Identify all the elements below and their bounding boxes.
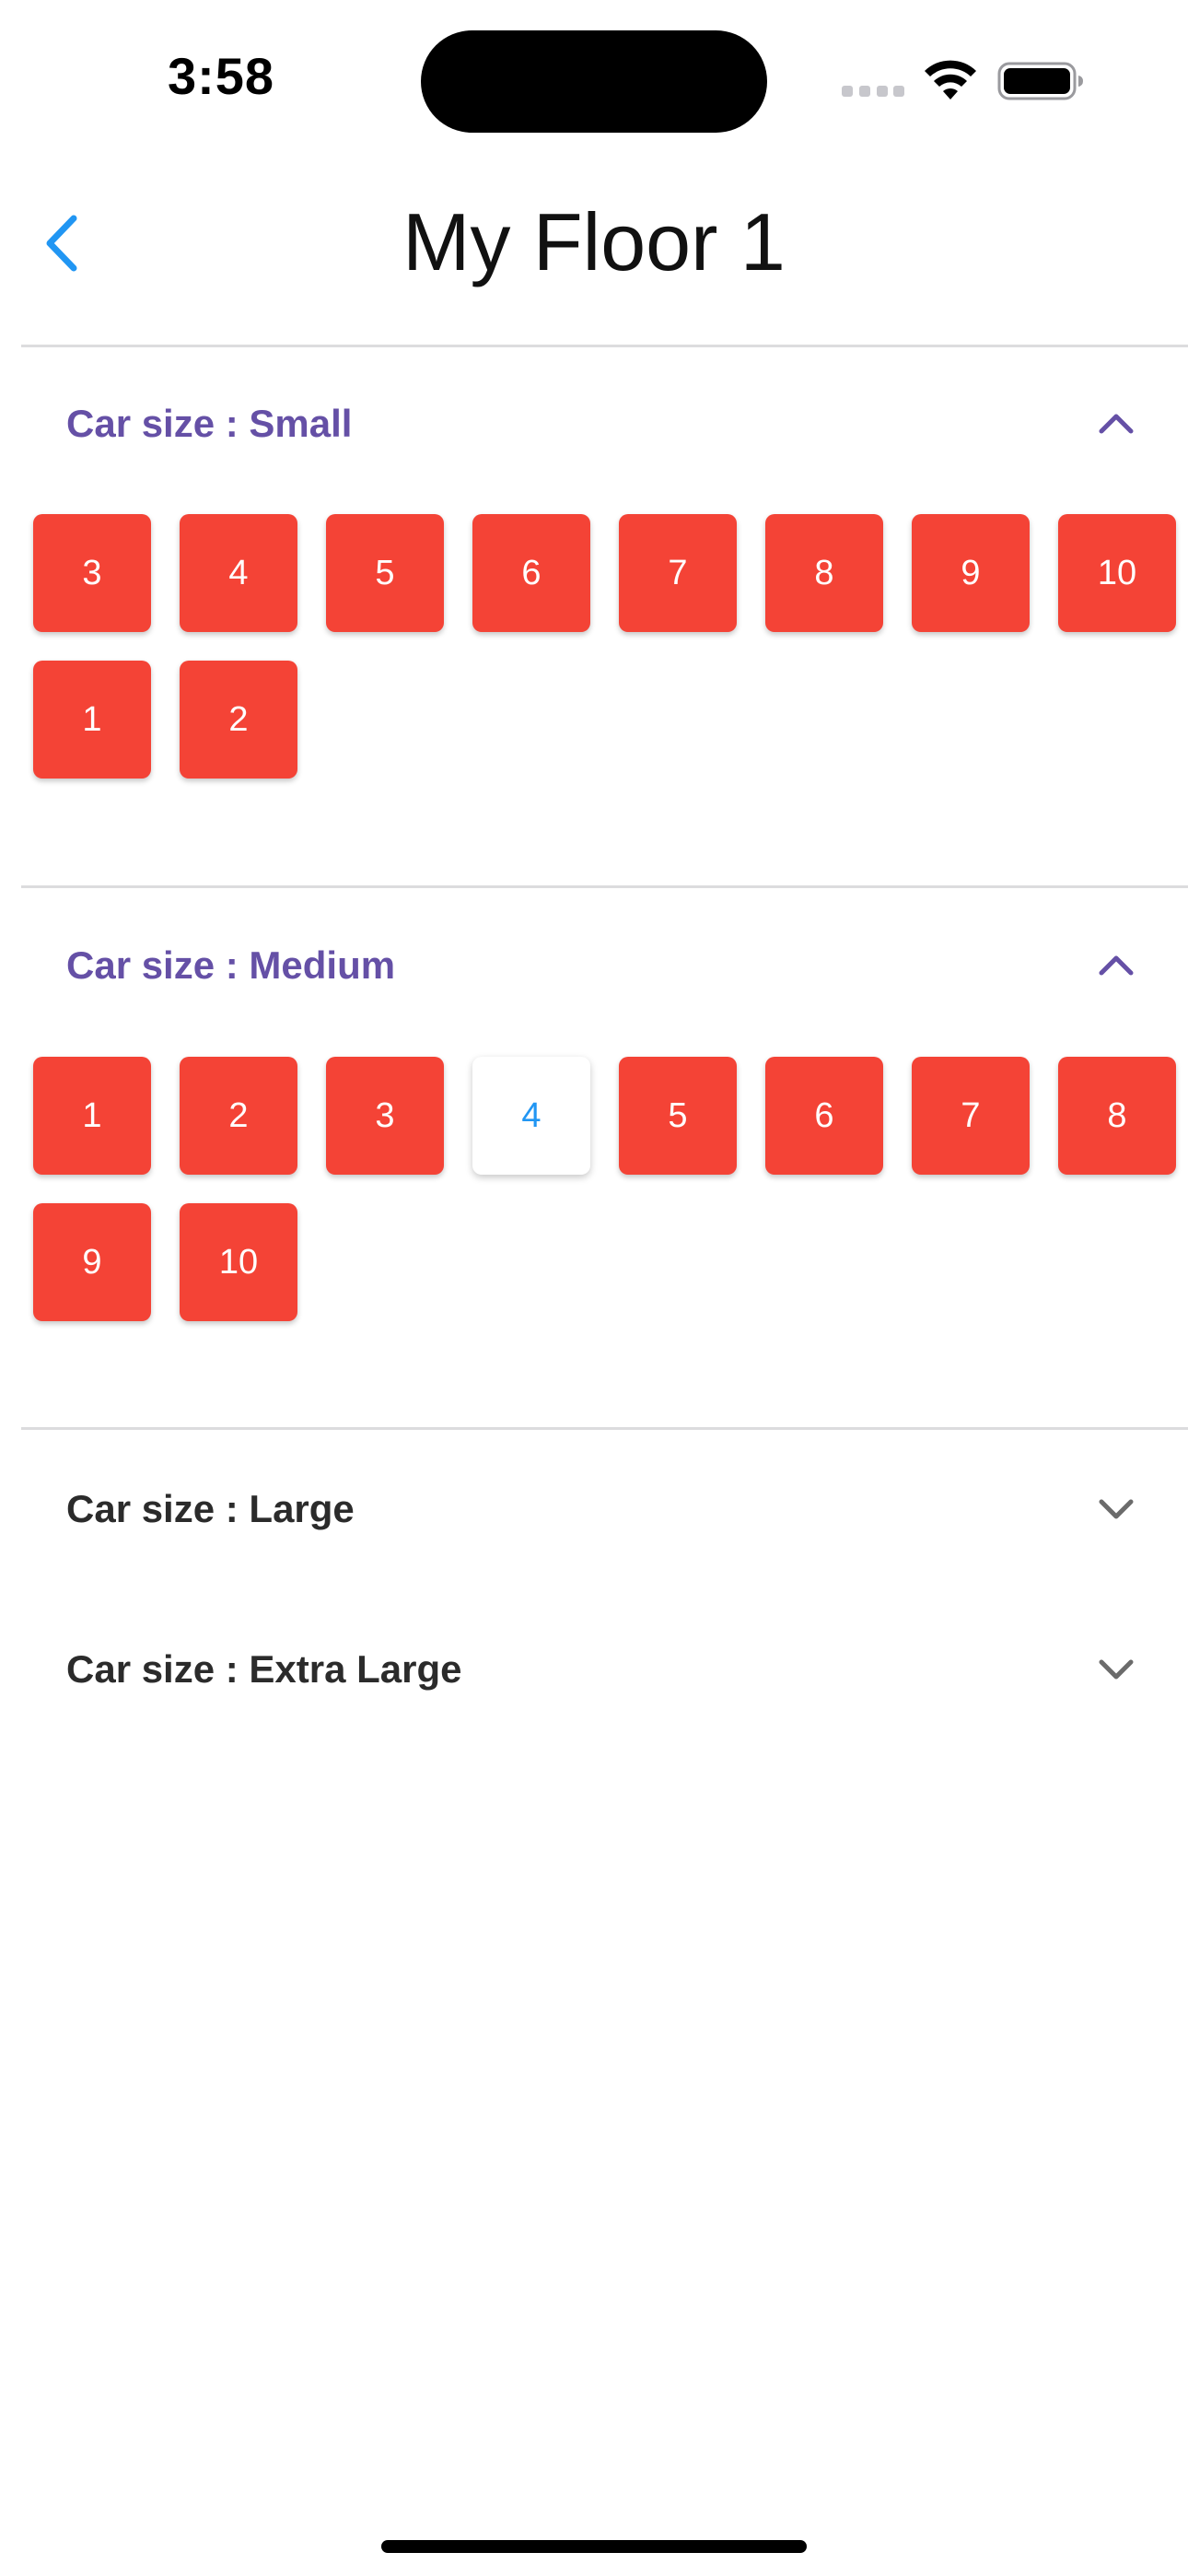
status-time: 3:58: [167, 47, 275, 105]
page-title: My Floor 1: [402, 196, 786, 287]
parking-slot[interactable]: 4: [180, 514, 297, 632]
parking-slot[interactable]: 5: [619, 1057, 737, 1175]
divider: [21, 345, 1188, 347]
section-header-medium[interactable]: Car size : Medium: [21, 910, 1188, 1021]
section-header-small[interactable]: Car size : Small: [21, 369, 1188, 479]
chevron-up-icon: [1099, 414, 1134, 434]
battery-icon: [997, 62, 1083, 100]
section-title: Car size : Large: [66, 1487, 355, 1530]
chevron-left-icon: [46, 215, 77, 272]
section-header-extra-large[interactable]: Car size : Extra Large: [21, 1614, 1188, 1725]
parking-slot[interactable]: 10: [1058, 514, 1176, 632]
parking-slot[interactable]: 1: [33, 661, 151, 779]
parking-slot-available[interactable]: 4: [472, 1057, 590, 1175]
dynamic-island: [421, 30, 767, 133]
divider: [21, 885, 1188, 888]
section-title: Car size : Medium: [66, 943, 396, 987]
parking-slot[interactable]: 6: [472, 514, 590, 632]
divider: [21, 1427, 1188, 1430]
parking-slot[interactable]: 9: [33, 1203, 151, 1321]
parking-slot[interactable]: 5: [326, 514, 444, 632]
parking-slot[interactable]: 10: [180, 1203, 297, 1321]
parking-slot[interactable]: 7: [912, 1057, 1030, 1175]
chevron-down-icon: [1099, 1499, 1134, 1519]
parking-slot[interactable]: 2: [180, 1057, 297, 1175]
section-title: Car size : Small: [66, 402, 353, 445]
section-title: Car size : Extra Large: [66, 1647, 462, 1691]
navigation-bar: My Floor 1: [0, 175, 1188, 345]
parking-slot[interactable]: 6: [765, 1057, 883, 1175]
parking-slot[interactable]: 9: [912, 514, 1030, 632]
home-indicator[interactable]: [381, 2540, 807, 2553]
parking-slot[interactable]: 3: [33, 514, 151, 632]
chevron-down-icon: [1099, 1659, 1134, 1680]
status-bar: 3:58: [0, 0, 1188, 157]
parking-slot[interactable]: 3: [326, 1057, 444, 1175]
parking-slot[interactable]: 1: [33, 1057, 151, 1175]
parking-slot[interactable]: 8: [765, 514, 883, 632]
chevron-up-icon: [1099, 955, 1134, 976]
back-button[interactable]: [26, 208, 96, 278]
section-header-large[interactable]: Car size : Large: [21, 1454, 1188, 1564]
parking-slot[interactable]: 2: [180, 661, 297, 779]
parking-slot[interactable]: 7: [619, 514, 737, 632]
wifi-icon: [925, 60, 976, 100]
parking-slot[interactable]: 8: [1058, 1057, 1176, 1175]
cellular-signal-icon: [842, 86, 904, 99]
